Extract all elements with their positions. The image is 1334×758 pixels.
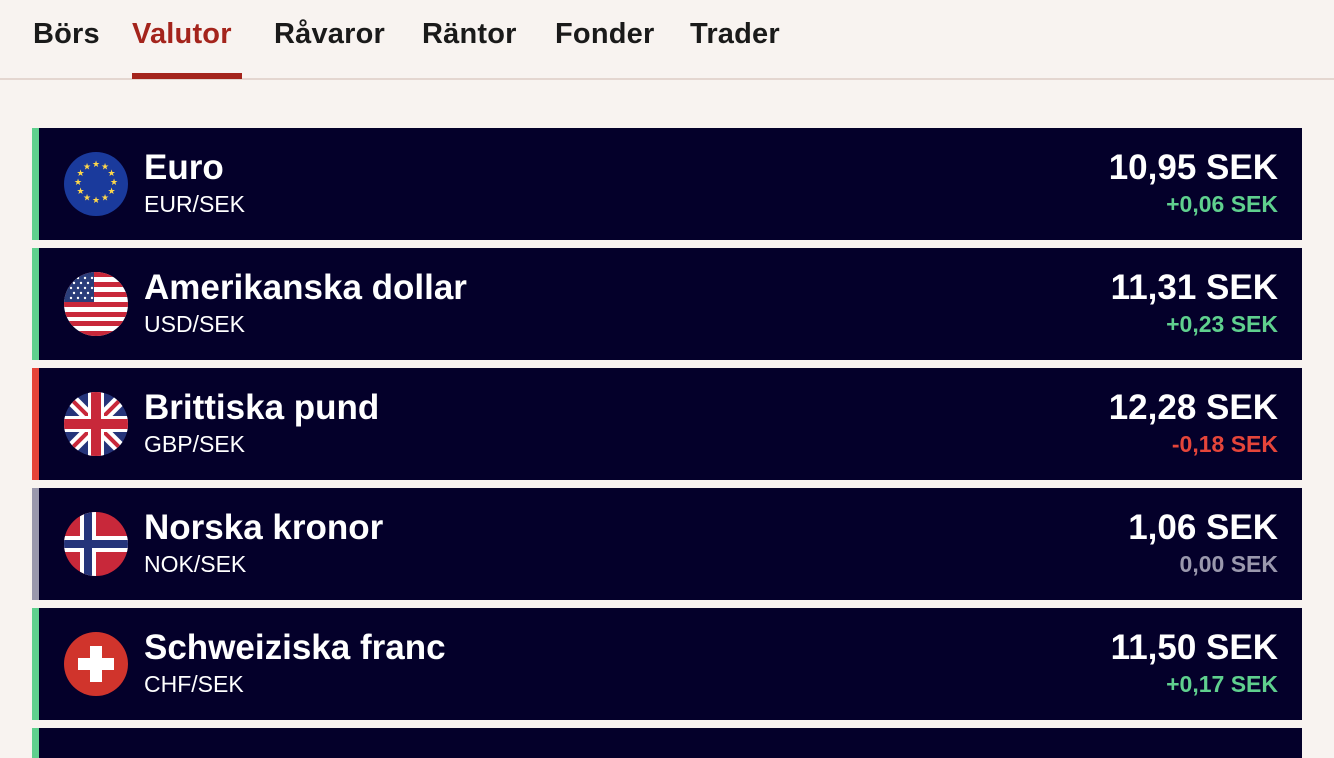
currency-price: 1,06 SEK bbox=[1128, 508, 1278, 547]
currency-pair: USD/SEK bbox=[144, 311, 245, 337]
currency-name: Brittiska pund bbox=[144, 388, 380, 427]
svg-text:★: ★ bbox=[92, 160, 100, 170]
uk-flag-icon bbox=[64, 392, 128, 456]
currency-price: 11,50 SEK bbox=[1110, 628, 1278, 667]
currency-pair: GBP/SEK bbox=[144, 431, 245, 457]
currency-name: Euro bbox=[144, 148, 224, 187]
norway-flag-icon bbox=[64, 512, 128, 576]
currency-pair: CHF/SEK bbox=[144, 671, 244, 697]
tab-bors[interactable]: Börs bbox=[33, 18, 100, 51]
svg-text:★: ★ bbox=[101, 194, 109, 204]
currency-row-gbp[interactable]: Brittiska pund GBP/SEK 12,28 SEK -0,18 S… bbox=[32, 368, 1302, 480]
tab-fonder[interactable]: Fonder bbox=[555, 18, 654, 51]
currency-change: -0,18 SEK bbox=[1171, 431, 1278, 457]
currency-row-eur[interactable]: ★ ★ ★ ★ ★ ★ ★ ★ ★ ★ ★ ★ Euro EUR/SEK 10,… bbox=[32, 128, 1302, 240]
trend-down-indicator bbox=[32, 368, 39, 480]
trend-up-indicator bbox=[32, 608, 39, 720]
currency-change: +0,06 SEK bbox=[1166, 191, 1278, 217]
svg-text:★: ★ bbox=[76, 187, 84, 197]
currency-price: 10,95 SEK bbox=[1108, 148, 1278, 187]
trend-up-indicator bbox=[32, 128, 39, 240]
trend-up-indicator bbox=[32, 728, 39, 758]
currency-pair: NOK/SEK bbox=[144, 551, 247, 577]
tab-trader[interactable]: Trader bbox=[690, 18, 780, 51]
trend-flat-indicator bbox=[32, 488, 39, 600]
svg-text:★: ★ bbox=[92, 196, 100, 206]
us-flag-icon bbox=[64, 272, 128, 336]
active-tab-indicator bbox=[132, 73, 242, 79]
currency-row-nok[interactable]: Norska kronor NOK/SEK 1,06 SEK 0,00 SEK bbox=[32, 488, 1302, 600]
currency-price: 11,31 SEK bbox=[1110, 268, 1278, 307]
currency-name: Amerikanska dollar bbox=[144, 268, 467, 307]
currency-change: +0,23 SEK bbox=[1166, 311, 1278, 337]
currency-row-next[interactable] bbox=[32, 728, 1302, 758]
currency-name: Schweiziska franc bbox=[144, 628, 446, 667]
currency-row-chf[interactable]: Schweiziska franc CHF/SEK 11,50 SEK +0,1… bbox=[32, 608, 1302, 720]
currency-change: 0,00 SEK bbox=[1179, 551, 1278, 577]
eu-flag-icon: ★ ★ ★ ★ ★ ★ ★ ★ ★ ★ ★ ★ bbox=[64, 152, 128, 216]
currency-row-usd[interactable]: Amerikanska dollar USD/SEK 11,31 SEK +0,… bbox=[32, 248, 1302, 360]
swiss-flag-icon bbox=[64, 632, 128, 696]
market-tabs: Börs Valutor Råvaror Räntor Fonder Trade… bbox=[0, 0, 1334, 80]
svg-text:★: ★ bbox=[83, 163, 91, 173]
currency-price: 12,28 SEK bbox=[1108, 388, 1278, 427]
svg-text:★: ★ bbox=[74, 178, 82, 188]
trend-up-indicator bbox=[32, 248, 39, 360]
tab-valutor[interactable]: Valutor bbox=[132, 18, 232, 51]
currency-list: ★ ★ ★ ★ ★ ★ ★ ★ ★ ★ ★ ★ Euro EUR/SEK 10,… bbox=[32, 128, 1302, 758]
currency-pair: EUR/SEK bbox=[144, 191, 245, 217]
tab-ravaror[interactable]: Råvaror bbox=[274, 18, 385, 51]
tab-rantor[interactable]: Räntor bbox=[422, 18, 517, 51]
currency-name: Norska kronor bbox=[144, 508, 384, 547]
currency-change: +0,17 SEK bbox=[1166, 671, 1278, 697]
